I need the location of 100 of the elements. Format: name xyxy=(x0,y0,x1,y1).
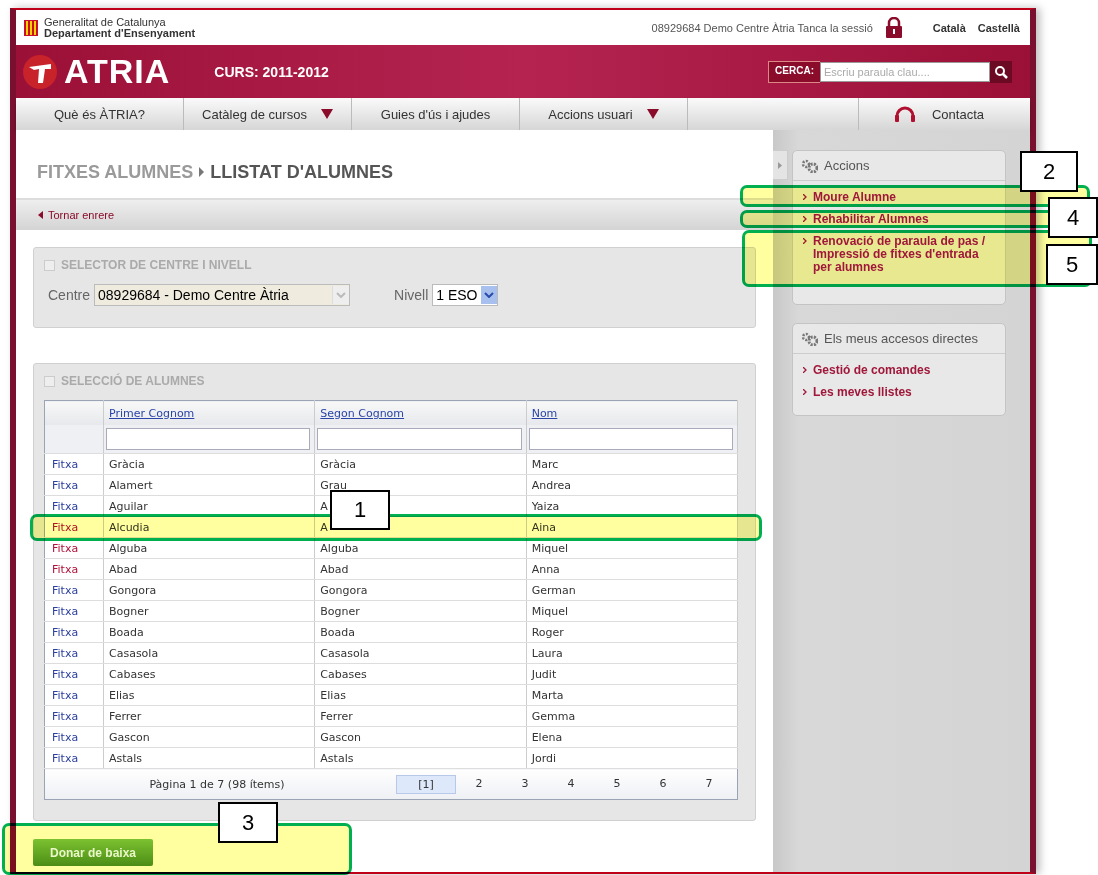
headset-icon xyxy=(893,104,916,124)
panel-title: SELECTOR DE CENTRE I NIVELL xyxy=(61,258,252,272)
callout-label: 4 xyxy=(1048,197,1098,238)
filter-field[interactable] xyxy=(528,428,733,450)
table-cell: Grau xyxy=(320,478,348,492)
filter-field[interactable] xyxy=(106,428,311,450)
column-header[interactable]: Nom xyxy=(531,406,558,420)
table-cell: Cabases xyxy=(109,667,156,681)
table-cell: Gascon xyxy=(109,730,150,744)
contact-link[interactable]: Contacta xyxy=(893,98,984,130)
search-field[interactable]: Escriu paraula clau.... xyxy=(820,61,990,82)
collapse-toggle[interactable] xyxy=(44,375,55,387)
table-cell: Gongora xyxy=(109,583,157,597)
panel-title: SELECCIÓ DE ALUMNES xyxy=(61,374,205,388)
table-cell: Gràcia xyxy=(320,457,356,471)
page-link[interactable]: 4 xyxy=(548,774,594,794)
record-link[interactable]: Fitxa xyxy=(52,604,79,618)
table-cell: Ferrer xyxy=(320,709,353,723)
lock-icon[interactable] xyxy=(884,17,903,38)
breadcrumb-arrow-icon xyxy=(199,167,205,177)
course-label: CURS: 2011-2012 xyxy=(214,63,329,80)
pager-summary: Pàgina 1 de 7 (98 ítems) xyxy=(148,777,286,791)
search-button[interactable] xyxy=(990,60,1012,83)
table-cell: Gongora xyxy=(320,583,368,597)
record-link[interactable]: Fitxa xyxy=(52,625,79,639)
language-link[interactable]: Castellà xyxy=(977,21,1020,34)
callout-label: 3 xyxy=(218,802,278,843)
language-link[interactable]: Català xyxy=(932,21,966,34)
search-icon xyxy=(994,64,1008,79)
table-cell: Marc xyxy=(531,457,559,471)
collapse-tab[interactable] xyxy=(773,150,788,180)
record-link[interactable]: Fitxa xyxy=(52,667,79,681)
table-cell: German xyxy=(531,583,576,597)
table-cell: Alamert xyxy=(109,478,153,492)
collapse-toggle[interactable] xyxy=(44,259,55,271)
table-cell: Cabases xyxy=(320,667,367,681)
table-cell: Roger xyxy=(531,625,564,639)
page-link[interactable]: 2 xyxy=(456,774,502,794)
table-cell: Abad xyxy=(109,562,138,576)
table-cell: Laura xyxy=(531,646,563,660)
table-cell: Bogner xyxy=(109,604,149,618)
table-cell: Astals xyxy=(109,751,143,765)
record-link[interactable]: Fitxa xyxy=(52,478,79,492)
record-link[interactable]: Fitxa xyxy=(52,751,79,765)
table-cell: Gràcia xyxy=(109,457,145,471)
back-link[interactable]: Tornar enrere xyxy=(48,209,115,221)
field-label: Centre xyxy=(48,287,91,303)
record-link[interactable]: Fitxa xyxy=(52,646,79,660)
user-info: 08929684 Demo Centre Àtria xyxy=(651,21,795,34)
gears-icon xyxy=(801,158,818,173)
table-cell: Casasola xyxy=(320,646,370,660)
record-link[interactable]: Fitxa xyxy=(52,688,79,702)
expand-arrow-icon xyxy=(778,161,782,169)
filter-field[interactable] xyxy=(317,428,522,450)
record-link[interactable]: Fitxa xyxy=(52,583,79,597)
table-cell: Gascon xyxy=(320,730,362,744)
table-cell: Aina xyxy=(531,520,556,534)
logout-link[interactable]: Tanca la sessió xyxy=(797,21,873,34)
page-title: LLISTAT D'ALUMNES xyxy=(210,161,393,183)
sidebar-link[interactable]: Les meves llistes xyxy=(813,386,912,399)
record-link[interactable]: Fitxa xyxy=(52,520,79,534)
chevron-icon xyxy=(803,389,807,395)
record-link[interactable]: Fitxa xyxy=(52,457,79,471)
callout-label: 1 xyxy=(330,490,390,530)
sidebar-link[interactable]: Renovació de paraula de pas / Impressió de fitxes d'entrada per alumnes xyxy=(813,235,995,274)
page-link[interactable]: [1] xyxy=(396,774,456,794)
record-link[interactable]: Fitxa xyxy=(52,709,79,723)
table-cell: Anna xyxy=(531,562,560,576)
table-cell: Aguilar xyxy=(109,499,148,513)
table-cell: Alcudia xyxy=(109,520,150,534)
record-link[interactable]: Fitxa xyxy=(52,730,79,744)
table-cell: Judit xyxy=(531,667,557,681)
record-link[interactable]: Fitxa xyxy=(52,499,79,513)
back-arrow-icon xyxy=(38,211,43,219)
table-cell: Elias xyxy=(109,688,135,702)
sidebar-link[interactable]: Rehabilitar Alumnes xyxy=(813,213,929,226)
select-field[interactable]: 1 ESO xyxy=(432,284,498,306)
page-link[interactable]: 3 xyxy=(502,774,548,794)
callout-label: 2 xyxy=(1020,151,1078,192)
table-cell: Andrea xyxy=(531,478,571,492)
department-name: Departament d'Ensenyament xyxy=(44,27,196,39)
page-link[interactable]: 7 xyxy=(686,774,732,794)
table-cell: Abad xyxy=(320,562,349,576)
page-link[interactable]: 5 xyxy=(594,774,640,794)
record-link[interactable]: Fitxa xyxy=(52,541,79,555)
table-cell: Ferrer xyxy=(109,709,142,723)
table-cell: Boada xyxy=(109,625,144,639)
page-link[interactable]: 6 xyxy=(640,774,686,794)
sidebar-link[interactable]: Moure Alumne xyxy=(813,191,896,204)
record-link[interactable]: Fitxa xyxy=(52,562,79,576)
table-cell: Boada xyxy=(320,625,356,639)
table-cell: Marta xyxy=(531,688,564,702)
org-name: Generalitat de Catalunya xyxy=(44,16,166,28)
field-label: Nivell xyxy=(394,287,429,303)
table-cell: Elias xyxy=(320,688,346,702)
sidebar-link[interactable]: Gestió de comandes xyxy=(813,364,931,377)
table-cell: Bogner xyxy=(320,604,360,618)
table-cell: Jordi xyxy=(531,751,556,765)
table-cell: Casasola xyxy=(109,646,159,660)
gears-icon xyxy=(801,331,818,346)
